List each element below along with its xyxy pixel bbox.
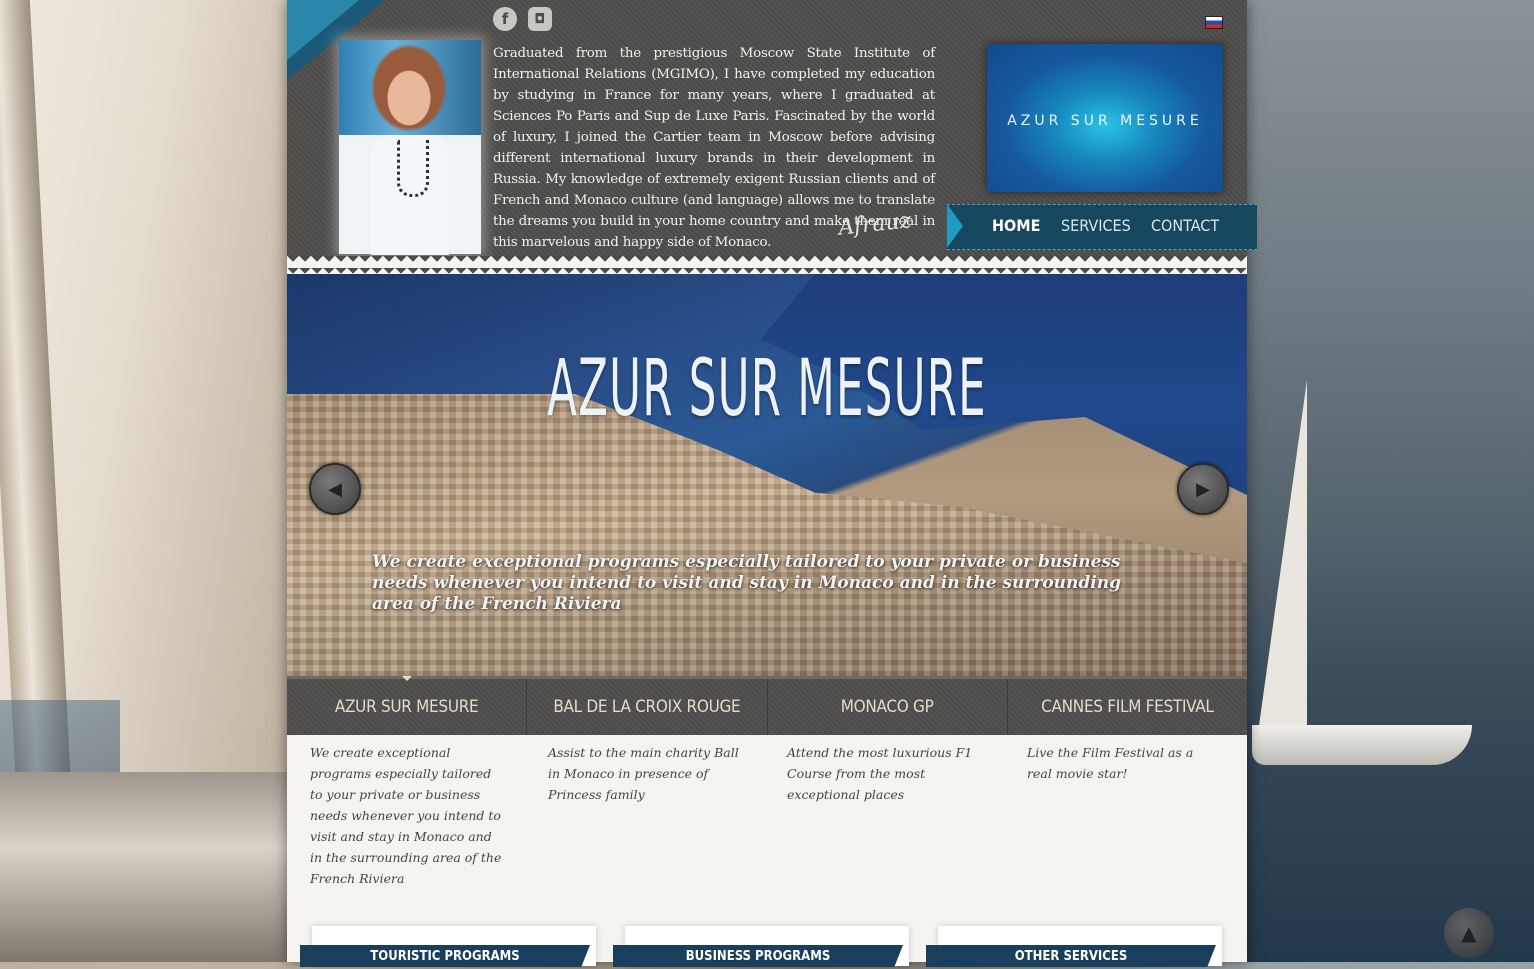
background-sailboat-left <box>0 0 290 962</box>
slide-caption: We create exceptional programs especiall… <box>372 552 1121 614</box>
slider-next-button[interactable]: ▶ <box>1177 463 1229 515</box>
nav-arrow-decoration <box>947 204 963 248</box>
card-business-programs[interactable]: BUSINESS PROGRAMS <box>613 926 909 967</box>
zigzag-divider <box>287 256 1247 274</box>
slider-city <box>287 394 1247 676</box>
card-banner: TOURISTIC PROGRAMS <box>300 945 590 967</box>
tab-desc-azur: We create exceptional programs especiall… <box>310 745 502 886</box>
tab-desc-bal: Assist to the main charity Ball in Monac… <box>548 745 739 802</box>
logo-text: AZUR SUR MESURE <box>1007 113 1203 129</box>
tab-desc-monaco: Attend the most luxurious F1 Course from… <box>787 745 973 802</box>
nav-services[interactable]: SERVICES <box>1061 216 1131 235</box>
tab-monaco-gp[interactable]: MONACO GP <box>768 679 1008 735</box>
tab-cannes-film-festival[interactable]: CANNES FILM FESTIVAL <box>1008 679 1247 735</box>
card-banner: BUSINESS PROGRAMS <box>613 945 903 967</box>
slide-title: AZUR SUR MESURE <box>547 344 987 434</box>
tab-bal-de-la-croix-rouge[interactable]: BAL DE LA CROIX ROUGE <box>527 679 768 735</box>
slider-prev-button[interactable]: ◀ <box>309 463 361 515</box>
russian-flag-icon[interactable] <box>1205 16 1223 29</box>
boat-decoration <box>1252 725 1472 765</box>
nav-home[interactable]: HOME <box>992 216 1040 235</box>
card-banner: OTHER SERVICES <box>926 945 1216 967</box>
deck-decoration <box>0 772 290 962</box>
portrait-necklace <box>397 140 429 197</box>
instagram-icon[interactable]: ◘ <box>528 7 552 31</box>
card-touristic-programs[interactable]: TOURISTIC PROGRAMS <box>300 926 596 967</box>
header: f ◘ Graduated from the prestigious Mosco… <box>287 0 1257 265</box>
hero-slider: AZUR SUR MESURE We create exceptional pr… <box>287 274 1247 676</box>
card-other-services[interactable]: OTHER SERVICES <box>926 926 1222 967</box>
logo[interactable]: AZUR SUR MESURE <box>987 44 1223 192</box>
nav-contact[interactable]: CONTACT <box>1151 216 1219 235</box>
portrait-photo <box>339 40 481 255</box>
background-sea-right <box>1247 0 1534 962</box>
tab-azur-sur-mesure[interactable]: AZUR SUR MESURE <box>287 676 528 735</box>
scroll-to-top-button[interactable]: ▲ <box>1444 908 1494 958</box>
facebook-icon[interactable]: f <box>493 7 517 31</box>
sail-decoration <box>1257 380 1307 740</box>
main-nav: HOME SERVICES CONTACT <box>947 204 1257 250</box>
page-container: f ◘ Graduated from the prestigious Mosco… <box>287 0 1257 967</box>
tab-desc-cannes: Live the Film Festival as a real movie s… <box>1027 745 1194 781</box>
feature-tabs: AZUR SUR MESURE BAL DE LA CROIX ROUGE MO… <box>287 676 1247 735</box>
